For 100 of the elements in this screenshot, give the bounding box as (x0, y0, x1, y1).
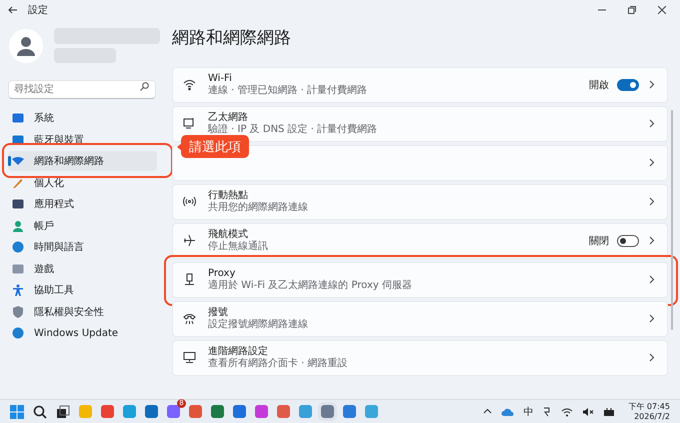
input-mode-icon[interactable] (542, 406, 552, 416)
back-arrow-icon[interactable] (8, 5, 18, 15)
settings-card[interactable]: 行動熱點 共用您的網際網路連線 (172, 184, 668, 220)
chevron-right-icon (649, 353, 655, 362)
card-subtitle: 驗證 · IP 及 DNS 設定 · 計量付費網路 (208, 124, 378, 136)
category-icon (12, 327, 24, 339)
chevron-up-icon[interactable] (483, 407, 492, 416)
sidebar-label: 應用程式 (34, 198, 74, 211)
app-icon[interactable] (299, 405, 312, 418)
card-subtitle: 設定撥號網際網路連線 (208, 318, 308, 331)
app-icon[interactable] (343, 405, 356, 418)
app-icon[interactable] (123, 405, 136, 418)
category-icon (12, 262, 24, 274)
category-icon (12, 220, 24, 232)
card-title: Wi-Fi (208, 72, 233, 84)
airplane-icon (183, 234, 196, 248)
sidebar-item[interactable]: 系統 (8, 108, 157, 128)
card-title: 行動熱點 (208, 190, 249, 202)
sidebar-item[interactable]: 隱私權與安全性 (8, 302, 157, 322)
scrollbar[interactable] (671, 110, 673, 330)
category-icon (12, 112, 24, 124)
card-title: Proxy (208, 268, 236, 279)
task-view-icon[interactable] (56, 404, 70, 418)
settings-card[interactable]: 撥號 設定撥號網際網路連線 (172, 301, 668, 336)
callout-text: 請選此項 (189, 138, 241, 156)
window-title: 設定 (28, 4, 48, 17)
cloud-icon[interactable] (501, 406, 514, 416)
chevron-right-icon (649, 314, 655, 324)
toggle-switch[interactable] (617, 234, 639, 247)
card-subtitle: 查看所有網路介面卡 · 網路重設 (208, 358, 348, 370)
windows-start-icon[interactable] (10, 404, 24, 418)
app-icon[interactable] (211, 405, 224, 418)
chevron-right-icon (649, 80, 655, 90)
category-icon (12, 176, 24, 188)
app-icon[interactable] (321, 405, 334, 418)
clock-date[interactable]: 2026/7/2 (634, 412, 670, 421)
chevron-right-icon (649, 197, 655, 206)
sidebar-item[interactable]: 應用程式 (8, 194, 157, 214)
app-icon[interactable] (101, 405, 114, 418)
category-icon (12, 284, 24, 296)
sidebar-item[interactable]: 遊戲 (8, 258, 157, 278)
toggle-switch[interactable] (617, 78, 639, 91)
sidebar-item[interactable]: 個人化 (8, 172, 157, 192)
toggle-state-label: 開啟 (589, 78, 609, 92)
avatar-icon (9, 28, 43, 62)
toggle-state-label: 關閉 (589, 234, 609, 248)
chevron-right-icon (649, 119, 655, 128)
sidebar-item[interactable]: 網路和網際網路 (8, 151, 157, 171)
sidebar-label: 隱私權與安全性 (34, 306, 104, 318)
clock-time[interactable]: 下午 07:45 (628, 402, 670, 412)
category-icon (12, 155, 24, 167)
app-icon[interactable] (255, 405, 268, 418)
app-icon[interactable] (167, 405, 180, 418)
sidebar-item[interactable]: 帳戶 (8, 216, 157, 236)
card-title: 進階網路設定 (208, 346, 269, 358)
app-icon[interactable] (233, 405, 246, 418)
sidebar-label: 時間與語言 (34, 240, 84, 254)
wifi-icon[interactable] (561, 406, 574, 416)
search-icon[interactable] (33, 404, 47, 418)
monitor-plug-icon (183, 117, 196, 130)
card-title: 乙太網路 (208, 112, 249, 124)
sidebar-item[interactable]: 協助工具 (8, 280, 157, 300)
app-icon[interactable] (145, 405, 158, 418)
sidebar-item[interactable]: 時間與語言 (8, 237, 157, 257)
category-icon (12, 241, 24, 253)
input-method-indicator[interactable]: 中 (523, 404, 534, 418)
settings-card[interactable]: Proxy 適用於 Wi-Fi 及乙太網路連線的 Proxy 伺服器 (172, 262, 668, 298)
category-icon (12, 306, 24, 318)
sidebar-item[interactable]: Windows Update (8, 323, 157, 343)
broadcast-icon (183, 195, 196, 208)
card-subtitle: 適用於 Wi-Fi 及乙太網路連線的 Proxy 伺服器 (208, 280, 412, 292)
chevron-right-icon (649, 236, 655, 246)
battery-plug-icon[interactable] (603, 406, 616, 416)
app-icon[interactable] (365, 405, 378, 418)
speaker-muted-icon[interactable] (582, 406, 594, 416)
chevron-right-icon (649, 275, 655, 284)
settings-card[interactable]: 進階網路設定 查看所有網路介面卡 · 網路重設 (172, 340, 668, 376)
card-subtitle: 停止無線通訊 (208, 240, 268, 253)
card-title: 飛航模式 (208, 228, 249, 240)
sidebar-label: 個人化 (34, 176, 64, 190)
settings-card[interactable]: 飛航模式 停止無線通訊 關閉 (172, 223, 668, 258)
close-icon[interactable] (658, 6, 666, 14)
search-icon (140, 82, 149, 91)
card-title: 撥號 (208, 306, 229, 318)
selection-indicator (8, 156, 10, 166)
monitor-network-icon (183, 351, 196, 364)
sidebar-label: 協助工具 (34, 284, 74, 297)
category-icon (12, 198, 24, 210)
server-icon (183, 273, 196, 286)
sidebar-label: Windows Update (34, 328, 118, 338)
card-subtitle: 連線 · 管理已知網路 · 計量付費網路 (208, 84, 368, 97)
settings-card[interactable]: Wi-Fi 連線 · 管理已知網路 · 計量付費網路 開啟 (172, 67, 668, 102)
app-icon[interactable] (277, 405, 290, 418)
page-title: 網路和網際網路 (172, 27, 292, 49)
app-icon[interactable] (189, 405, 202, 418)
search-field[interactable]: 尋找設定 (8, 80, 156, 99)
settings-card[interactable]: 乙太網路 驗證 · IP 及 DNS 設定 · 計量付費網路 (172, 106, 668, 142)
chevron-right-icon (649, 158, 655, 168)
phone-icon (183, 312, 196, 326)
restore-icon[interactable] (628, 6, 636, 14)
